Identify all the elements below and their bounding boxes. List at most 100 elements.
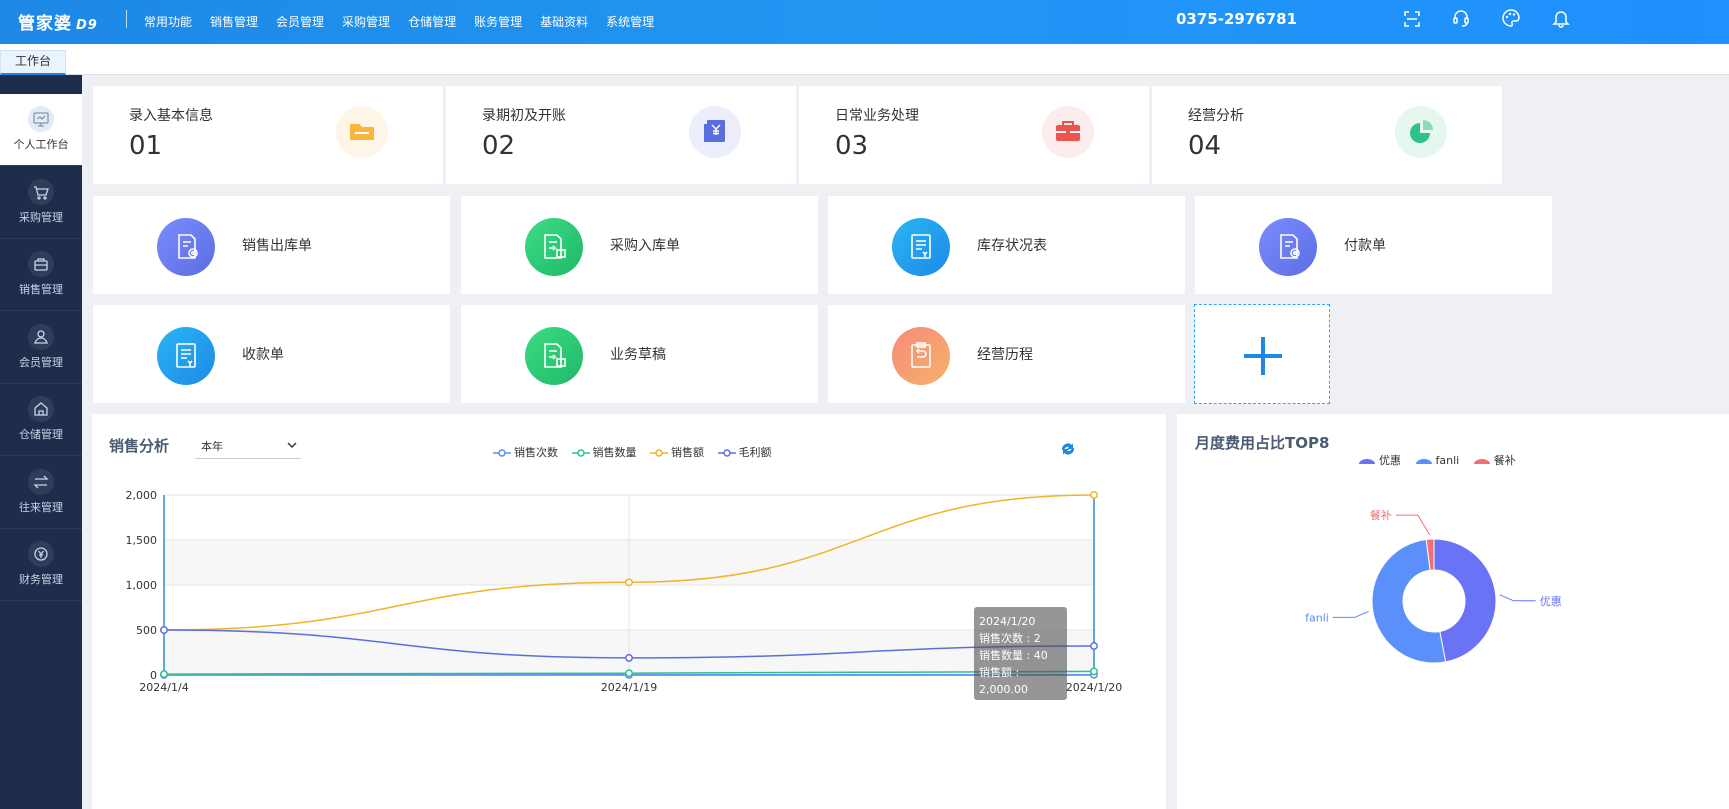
logo-suffix: D9 [76, 18, 98, 33]
sidebar-item-label: 采购管理 [19, 211, 63, 224]
step-card-basic-info[interactable]: 录入基本信息 01 [93, 86, 443, 184]
period-select[interactable]: 本年 [195, 432, 301, 459]
period-value: 本年 [201, 440, 223, 453]
bell-icon[interactable] [1551, 8, 1571, 28]
step-title: 日常业务处理 [835, 108, 919, 124]
legend-item-profit[interactable]: 毛利额 [717, 444, 772, 460]
sidebar-item-contacts[interactable]: 往来管理 [0, 457, 82, 529]
sidebar-item-warehouse[interactable]: 仓储管理 [0, 384, 82, 456]
data-point [625, 653, 633, 662]
toolbox-icon [1042, 106, 1094, 158]
sidebar-item-label: 个人工作台 [13, 138, 69, 151]
refresh-icon[interactable] [1059, 440, 1077, 458]
expense-legend: 优惠 fanli 餐补 [1358, 452, 1526, 468]
monitor-icon [28, 106, 54, 132]
sidebar: 个人工作台 采购管理 销售管理 会员管理 仓储管理 往来管理 财务管理 [0, 75, 82, 809]
legend-item-discount[interactable]: 优惠 [1358, 452, 1401, 468]
x-tick-label: 2024/1/4 [139, 681, 188, 694]
doc-in-icon [525, 327, 583, 385]
tab-workbench[interactable]: 工作台 [0, 50, 66, 75]
doc-yen-icon [892, 218, 950, 276]
chevron-down-icon [287, 442, 297, 449]
sidebar-item-label: 财务管理 [19, 573, 63, 586]
doc-in-icon [525, 218, 583, 276]
add-shortcut-button[interactable] [1194, 304, 1330, 404]
step-number: 02 [482, 131, 516, 161]
scan-icon[interactable] [1402, 9, 1422, 29]
step-title: 录入基本信息 [129, 108, 213, 124]
pie-label: fanli [1305, 611, 1329, 624]
clipboard-back-icon [892, 327, 950, 385]
nav-item-basic-data[interactable]: 基础资料 [540, 13, 588, 30]
nav-item-purchase[interactable]: 采购管理 [342, 13, 390, 30]
top-nav: 常用功能 销售管理 会员管理 采购管理 仓储管理 账务管理 基础资料 系统管理 [144, 13, 672, 30]
top-bar: 管家婆 D9 常用功能 销售管理 会员管理 采购管理 仓储管理 账务管理 基础资料… [0, 0, 1729, 44]
tile-inventory-report[interactable]: 库存状况表 [828, 196, 1185, 294]
y-tick-label: 500 [136, 624, 157, 637]
tile-sales-outbound[interactable]: 销售出库单 [93, 196, 450, 294]
tile-drafts[interactable]: 业务草稿 [461, 305, 818, 403]
nav-item-sales[interactable]: 销售管理 [210, 13, 258, 30]
nav-item-system[interactable]: 系统管理 [606, 13, 654, 30]
legend-item-amount[interactable]: 销售额 [650, 444, 704, 460]
data-point [1090, 642, 1098, 650]
legend-item-meal[interactable]: 餐补 [1473, 452, 1516, 468]
data-point [160, 626, 168, 634]
tile-label: 库存状况表 [977, 238, 1047, 254]
pie-label-line [1395, 514, 1431, 536]
tooltip-line: 毛利额 : 322.24 [979, 700, 1062, 713]
tooltip-date: 2024/1/20 [979, 615, 1036, 628]
nav-item-members[interactable]: 会员管理 [276, 13, 324, 30]
legend-item-fanli[interactable]: fanli [1415, 454, 1459, 467]
y-tick-label: 1,000 [126, 579, 158, 592]
pie-slice [1433, 538, 1497, 663]
data-point [160, 670, 168, 679]
data-point [625, 578, 633, 587]
step-card-analysis[interactable]: 经营分析 04 [1152, 86, 1502, 184]
sidebar-item-purchase[interactable]: 采购管理 [0, 167, 82, 239]
legend-item-count[interactable]: 销售次数 [493, 444, 558, 460]
nav-item-common[interactable]: 常用功能 [144, 13, 192, 30]
sales-analysis-title: 销售分析 [109, 437, 170, 455]
sidebar-item-sales[interactable]: 销售管理 [0, 239, 82, 311]
nav-item-accounts[interactable]: 账务管理 [474, 13, 522, 30]
legend-item-quantity[interactable]: 销售数量 [571, 444, 637, 460]
sidebar-item-label: 仓储管理 [19, 428, 63, 441]
sidebar-item-personal-workbench[interactable]: 个人工作台 [0, 94, 82, 166]
app-logo[interactable]: 管家婆 D9 [18, 9, 98, 34]
briefcase-icon [28, 251, 54, 277]
cart-icon [28, 179, 54, 205]
tile-label: 付款单 [1344, 238, 1386, 254]
user-icon [28, 324, 54, 350]
home-icon [28, 396, 54, 422]
tooltip-line: 销售额 : 2,000.00 [979, 666, 1028, 696]
tile-business-history[interactable]: 经营历程 [828, 305, 1185, 403]
step-card-opening[interactable]: 录期初及开账 02 [446, 86, 796, 184]
logo-text: 管家婆 [18, 14, 72, 34]
sidebar-item-finance[interactable]: 财务管理 [0, 529, 82, 601]
yen-icon [28, 541, 54, 567]
tile-payment[interactable]: 付款单 [1195, 196, 1552, 294]
ledger-icon [689, 106, 741, 158]
headset-icon[interactable] [1451, 8, 1471, 28]
tooltip-line: 销售数量 : 40 [979, 649, 1048, 662]
data-point [1090, 667, 1098, 676]
step-number: 04 [1188, 131, 1222, 161]
tooltip-line: 销售次数 : 2 [979, 632, 1041, 645]
y-tick-label: 1,500 [126, 534, 158, 547]
x-tick-label: 2024/1/19 [601, 681, 657, 694]
pie-label-line [1499, 594, 1536, 602]
expense-donut-chart: 优惠 fanli 餐补 [1305, 508, 1562, 664]
palette-icon[interactable] [1501, 8, 1521, 28]
step-card-daily-business[interactable]: 日常业务处理 03 [799, 86, 1149, 184]
tile-receipt[interactable]: 收款单 [93, 305, 450, 403]
nav-item-warehouse[interactable]: 仓储管理 [408, 13, 456, 30]
sidebar-item-members[interactable]: 会员管理 [0, 312, 82, 384]
sidebar-item-label: 销售管理 [19, 283, 63, 296]
x-tick-label: 2024/1/20 [1066, 681, 1122, 694]
tile-label: 采购入库单 [610, 238, 680, 254]
tile-label: 销售出库单 [242, 238, 312, 254]
step-number: 01 [129, 131, 163, 161]
data-point [1090, 491, 1098, 499]
tile-purchase-inbound[interactable]: 采购入库单 [461, 196, 818, 294]
